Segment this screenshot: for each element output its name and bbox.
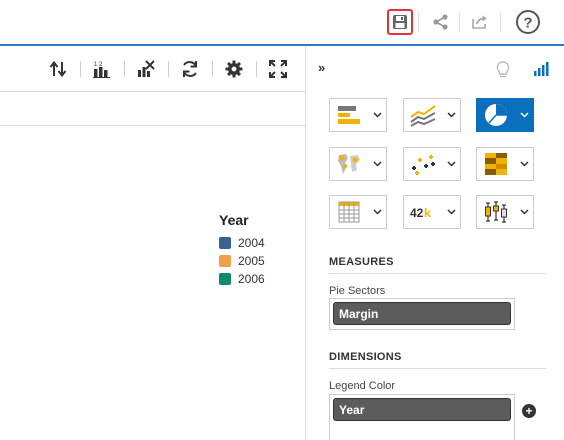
ranking-button[interactable]: 1 2 — [91, 59, 113, 79]
chart-type-bar[interactable] — [329, 98, 387, 132]
lightbulb-icon — [496, 61, 510, 78]
legend-swatch — [219, 255, 231, 267]
pie-sectors-label: Pie Sectors — [329, 285, 386, 297]
chart-header-strip — [0, 92, 305, 126]
chevron-down-icon — [446, 209, 456, 215]
chevron-down-icon — [372, 161, 382, 167]
dimension-pill-year[interactable]: Year — [333, 398, 511, 421]
geo-map-icon — [338, 154, 360, 174]
settings-button[interactable] — [223, 59, 245, 79]
svg-text:k: k — [424, 206, 431, 220]
section-divider — [329, 368, 546, 369]
toolbar-separator — [168, 61, 169, 77]
chevron-down-icon — [372, 209, 382, 215]
collapse-panel-button[interactable]: » — [318, 60, 325, 75]
chevron-down-icon — [519, 209, 529, 215]
scatter-plot-icon — [412, 155, 435, 175]
chart-toolbar: 1 2 — [0, 46, 305, 92]
legend-title: Year — [219, 212, 249, 228]
help-button[interactable]: ? — [513, 9, 543, 35]
line-chart-icon — [410, 105, 436, 127]
toolbar-separator — [124, 61, 125, 77]
help-glyph: ? — [523, 15, 532, 32]
export-icon — [472, 15, 487, 29]
chevron-down-icon — [519, 112, 529, 118]
bar-chart-icon — [338, 106, 360, 124]
measure-pill-margin[interactable]: Margin — [333, 302, 511, 325]
heatmap-icon — [485, 153, 507, 175]
legend-item[interactable]: 2006 — [219, 270, 265, 288]
toolbar-separator — [500, 12, 501, 32]
legend-item[interactable]: 2005 — [219, 252, 265, 270]
chart-type-scatter[interactable] — [403, 147, 461, 181]
toolbar-separator — [256, 61, 257, 77]
add-dimension-button[interactable]: + — [522, 404, 536, 418]
top-toolbar: ? — [0, 0, 564, 46]
chart-type-line[interactable] — [403, 98, 461, 132]
toolbar-separator — [80, 61, 81, 77]
legend-color-label: Legend Color — [329, 380, 396, 392]
chevron-down-icon — [372, 112, 382, 118]
chart-type-table[interactable] — [329, 195, 387, 229]
chevron-down-icon — [519, 161, 529, 167]
svg-text:42: 42 — [410, 206, 424, 220]
export-button[interactable] — [467, 9, 493, 35]
toolbar-separator — [459, 12, 460, 32]
share-button[interactable] — [428, 9, 454, 35]
legend-item[interactable]: 2004 — [219, 234, 265, 252]
legend-label: 2004 — [238, 236, 265, 250]
numeric-point-icon: 42 k — [410, 206, 431, 220]
refresh-button[interactable] — [179, 59, 201, 79]
legend-swatch — [219, 237, 231, 249]
sort-button[interactable] — [47, 59, 69, 79]
bar-chart-tab-icon — [534, 62, 549, 76]
measures-section-title: MEASURES — [329, 256, 394, 268]
table-icon — [338, 201, 360, 223]
chevron-down-icon — [446, 112, 456, 118]
remove-chart-icon — [138, 60, 155, 77]
chart-legend: Year 2004 2005 2006 — [219, 212, 265, 288]
chart-type-pie[interactable] — [476, 98, 534, 132]
fullscreen-icon — [269, 60, 287, 78]
toolbar-separator — [418, 12, 419, 32]
legend-swatch — [219, 273, 231, 285]
app-root: ? 1 2 Year 2004 2005 2006 » 42 k MEASURE… — [0, 0, 564, 440]
ranking-icon: 1 2 — [93, 62, 110, 78]
share-icon — [433, 14, 448, 30]
chart-type-numeric-point[interactable]: 42 k — [403, 195, 461, 229]
chart-builder-panel: » 42 k MEASURES Pie Sectors Margin DIMEN… — [305, 46, 564, 440]
legend-label: 2006 — [238, 272, 265, 286]
pie-sectors-dropzone[interactable]: Margin — [329, 298, 515, 330]
chart-type-heatmap[interactable] — [476, 147, 534, 181]
plus-icon: + — [525, 404, 533, 418]
chart-type-geo[interactable] — [329, 147, 387, 181]
remove-chart-button[interactable] — [135, 59, 157, 79]
chart-type-box-plot[interactable] — [476, 195, 534, 229]
sort-icon — [49, 61, 67, 77]
legend-label: 2005 — [238, 254, 265, 268]
help-circle-icon: ? — [516, 10, 540, 34]
refresh-icon — [183, 61, 197, 77]
box-plot-icon — [485, 201, 507, 223]
fullscreen-button[interactable] — [267, 59, 289, 79]
legend-color-dropzone[interactable]: Year — [329, 394, 515, 440]
section-divider — [329, 273, 546, 274]
insights-tab[interactable] — [496, 61, 510, 82]
chevron-down-icon — [446, 161, 456, 167]
save-button[interactable] — [387, 9, 413, 35]
chart-builder-tab[interactable] — [533, 61, 549, 80]
floppy-disk-icon — [393, 15, 407, 29]
settings-gear-icon — [225, 60, 243, 78]
dimensions-section-title: DIMENSIONS — [329, 351, 402, 363]
toolbar-separator — [212, 61, 213, 77]
pie-chart-icon — [485, 104, 507, 126]
